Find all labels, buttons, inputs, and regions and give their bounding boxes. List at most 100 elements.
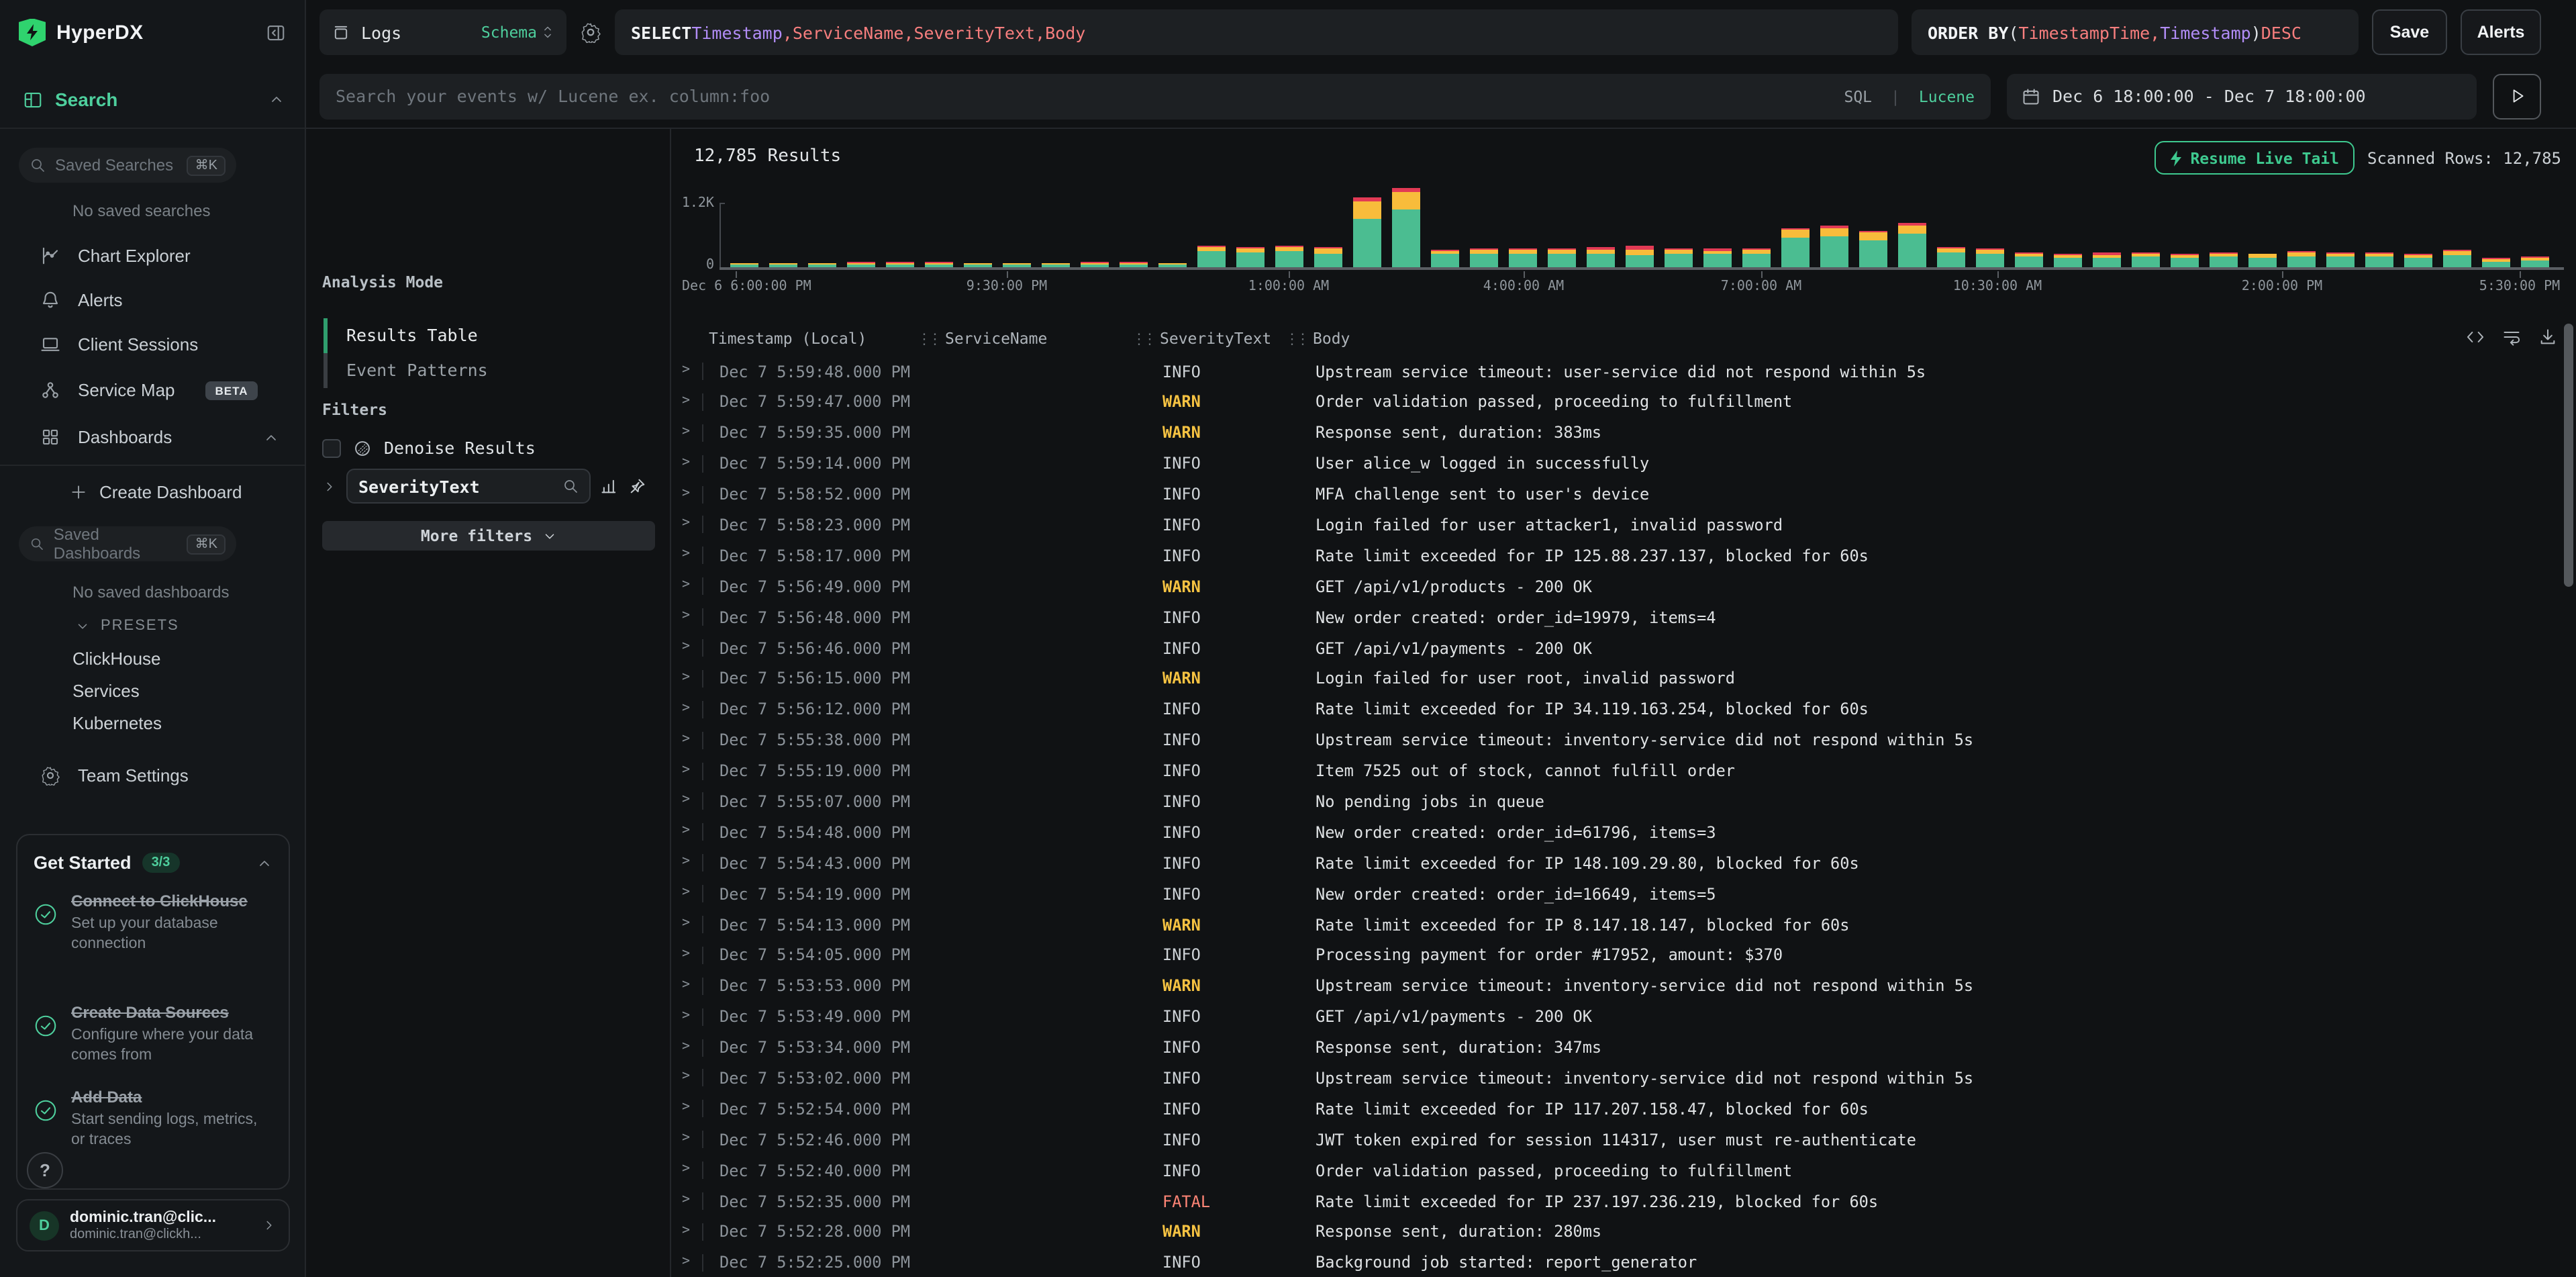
table-row[interactable]: > Dec 7 5:58:23.000 PM INFO Login failed… bbox=[671, 511, 2564, 542]
table-row[interactable]: > Dec 7 5:52:28.000 PM WARN Response sen… bbox=[671, 1218, 2564, 1249]
expand-row-icon[interactable]: > bbox=[682, 455, 690, 469]
col-timestamp[interactable]: Timestamp (Local) bbox=[709, 329, 866, 348]
saved-dashboards-input[interactable]: Saved Dashboards ⌘K bbox=[19, 526, 236, 561]
histogram-bar[interactable] bbox=[1509, 248, 1537, 267]
histogram-bar[interactable] bbox=[1703, 249, 1732, 267]
histogram-bar[interactable] bbox=[1275, 246, 1303, 267]
table-row[interactable]: > Dec 7 5:59:14.000 PM INFO User alice_w… bbox=[671, 449, 2564, 480]
expand-row-icon[interactable]: > bbox=[682, 793, 690, 808]
expand-row-icon[interactable]: > bbox=[682, 885, 690, 900]
denoise-results-row[interactable]: Denoise Results bbox=[322, 438, 536, 458]
table-row[interactable]: > Dec 7 5:55:19.000 PM INFO Item 7525 ou… bbox=[671, 757, 2564, 788]
expand-row-icon[interactable]: > bbox=[682, 424, 690, 439]
table-row[interactable]: > Dec 7 5:58:52.000 PM INFO MFA challeng… bbox=[671, 480, 2564, 511]
table-row[interactable]: > Dec 7 5:56:15.000 PM WARN Login failed… bbox=[671, 665, 2564, 696]
expand-row-icon[interactable]: > bbox=[682, 978, 690, 992]
source-settings-gear-icon[interactable] bbox=[580, 21, 601, 43]
chevron-up-icon[interactable] bbox=[256, 855, 273, 871]
histogram-bar[interactable] bbox=[1081, 263, 1109, 267]
histogram-bar[interactable] bbox=[2093, 252, 2121, 267]
col-servicename[interactable]: ⋮⋮ServiceName bbox=[917, 329, 1047, 348]
histogram-bar[interactable] bbox=[2404, 254, 2432, 267]
expand-row-icon[interactable]: > bbox=[682, 608, 690, 623]
histogram-bar[interactable] bbox=[1353, 197, 1381, 267]
histogram-bar[interactable] bbox=[730, 263, 758, 267]
table-row[interactable]: > Dec 7 5:55:07.000 PM INFO No pending j… bbox=[671, 788, 2564, 818]
help-button[interactable]: ? bbox=[27, 1152, 63, 1188]
expand-row-icon[interactable]: > bbox=[682, 363, 690, 377]
expand-row-icon[interactable]: > bbox=[682, 824, 690, 839]
expand-row-icon[interactable]: > bbox=[682, 1039, 690, 1053]
expand-row-icon[interactable]: > bbox=[682, 916, 690, 931]
date-range-picker[interactable]: Dec 6 18:00:00 - Dec 7 18:00:00 bbox=[2007, 73, 2477, 119]
expand-row-icon[interactable]: > bbox=[682, 762, 690, 777]
expand-row-icon[interactable]: > bbox=[682, 1162, 690, 1176]
histogram-bar[interactable] bbox=[1003, 263, 1031, 267]
histogram-bar[interactable] bbox=[1742, 248, 1771, 267]
table-row[interactable]: > Dec 7 5:54:05.000 PM INFO Processing p… bbox=[671, 941, 2564, 972]
histogram-bar[interactable] bbox=[2171, 254, 2199, 267]
more-filters-button[interactable]: More filters bbox=[322, 521, 655, 551]
histogram-bar[interactable] bbox=[1626, 245, 1654, 267]
expand-row-icon[interactable]: > bbox=[682, 670, 690, 685]
table-row[interactable]: > Dec 7 5:53:02.000 PM INFO Upstream ser… bbox=[671, 1064, 2564, 1095]
histogram-bar[interactable] bbox=[1587, 248, 1615, 267]
expand-row-icon[interactable]: > bbox=[682, 731, 690, 746]
schema-toggle[interactable]: Schema bbox=[481, 23, 554, 42]
expand-row-icon[interactable]: > bbox=[682, 639, 690, 654]
histogram-bar[interactable] bbox=[1937, 248, 1965, 267]
sidebar-collapse-icon[interactable] bbox=[266, 22, 286, 42]
table-row[interactable]: > Dec 7 5:59:48.000 PM INFO Upstream ser… bbox=[671, 357, 2564, 388]
sidebar-item-chart-explorer[interactable]: Chart Explorer bbox=[40, 246, 191, 266]
table-row[interactable]: > Dec 7 5:58:17.000 PM INFO Rate limit e… bbox=[671, 542, 2564, 573]
table-row[interactable]: > Dec 7 5:56:48.000 PM INFO New order cr… bbox=[671, 603, 2564, 634]
histogram-bar[interactable] bbox=[1859, 230, 1887, 267]
denoise-checkbox[interactable] bbox=[322, 438, 341, 457]
table-row[interactable]: > Dec 7 5:52:46.000 PM INFO JWT token ex… bbox=[671, 1126, 2564, 1157]
table-row[interactable]: > Dec 7 5:54:13.000 PM WARN Rate limit e… bbox=[671, 910, 2564, 941]
preset-item-clickhouse[interactable]: ClickHouse bbox=[72, 649, 161, 669]
vertical-scrollbar[interactable] bbox=[2564, 324, 2573, 587]
expand-row-icon[interactable]: > bbox=[682, 1254, 690, 1269]
table-row[interactable]: > Dec 7 5:52:35.000 PM FATAL Rate limit … bbox=[671, 1187, 2564, 1218]
download-icon[interactable] bbox=[2538, 328, 2557, 346]
histogram-bar[interactable] bbox=[964, 263, 992, 267]
histogram-bar[interactable] bbox=[1197, 245, 1226, 267]
sidebar-item-service-map[interactable]: Service Map BETA bbox=[40, 380, 258, 400]
expand-row-icon[interactable]: > bbox=[682, 701, 690, 716]
histogram-bar[interactable] bbox=[1120, 262, 1148, 267]
facet-search-input[interactable]: SeverityText bbox=[346, 469, 591, 504]
col-body[interactable]: ⋮⋮Body bbox=[1285, 329, 1350, 348]
histogram-bar[interactable] bbox=[2521, 257, 2549, 267]
source-select[interactable]: Logs Schema bbox=[319, 9, 566, 55]
expand-row-icon[interactable]: > bbox=[682, 855, 690, 869]
event-search-input[interactable]: Search your events w/ Lucene ex. column:… bbox=[319, 73, 1991, 119]
expand-row-icon[interactable]: > bbox=[682, 485, 690, 500]
col-severitytext[interactable]: ⋮⋮SeverityText bbox=[1132, 329, 1271, 348]
table-row[interactable]: > Dec 7 5:52:40.000 PM INFO Order valida… bbox=[671, 1156, 2564, 1187]
histogram-bar[interactable] bbox=[2287, 251, 2316, 267]
mode-lucene-toggle[interactable]: Lucene bbox=[1919, 87, 1975, 105]
histogram-bar[interactable] bbox=[1470, 248, 1498, 267]
histogram-bars[interactable] bbox=[725, 183, 2564, 267]
table-row[interactable]: > Dec 7 5:53:34.000 PM INFO Response sen… bbox=[671, 1033, 2564, 1064]
table-row[interactable]: > Dec 7 5:54:19.000 PM INFO New order cr… bbox=[671, 880, 2564, 910]
histogram-bar[interactable] bbox=[2015, 253, 2043, 268]
get-started-item[interactable]: Create Data SourcesConfigure where your … bbox=[34, 1003, 275, 1066]
table-row[interactable]: > Dec 7 5:53:49.000 PM INFO GET /api/v1/… bbox=[671, 1002, 2564, 1033]
chevron-right-icon[interactable] bbox=[322, 479, 337, 493]
histogram-bar[interactable] bbox=[769, 263, 797, 267]
histogram-bar[interactable] bbox=[847, 262, 875, 267]
order-by-input[interactable]: ORDER BY (TimestampTime, Timestamp) DESC bbox=[1912, 9, 2359, 55]
histogram-bar[interactable] bbox=[2132, 253, 2160, 268]
table-row[interactable]: > Dec 7 5:59:47.000 PM WARN Order valida… bbox=[671, 388, 2564, 419]
histogram-bar[interactable] bbox=[1314, 248, 1342, 267]
histogram-bar[interactable] bbox=[886, 262, 914, 267]
chevron-up-icon[interactable] bbox=[268, 91, 285, 107]
histogram-bar[interactable] bbox=[2443, 250, 2471, 267]
table-row[interactable]: > Dec 7 5:52:54.000 PM INFO Rate limit e… bbox=[671, 1095, 2564, 1126]
mode-results-table[interactable]: Results Table bbox=[346, 325, 478, 345]
get-started-item[interactable]: Connect to ClickHouseSet up your databas… bbox=[34, 892, 275, 955]
histogram-bar[interactable] bbox=[2054, 254, 2082, 267]
pin-icon[interactable] bbox=[628, 477, 647, 495]
